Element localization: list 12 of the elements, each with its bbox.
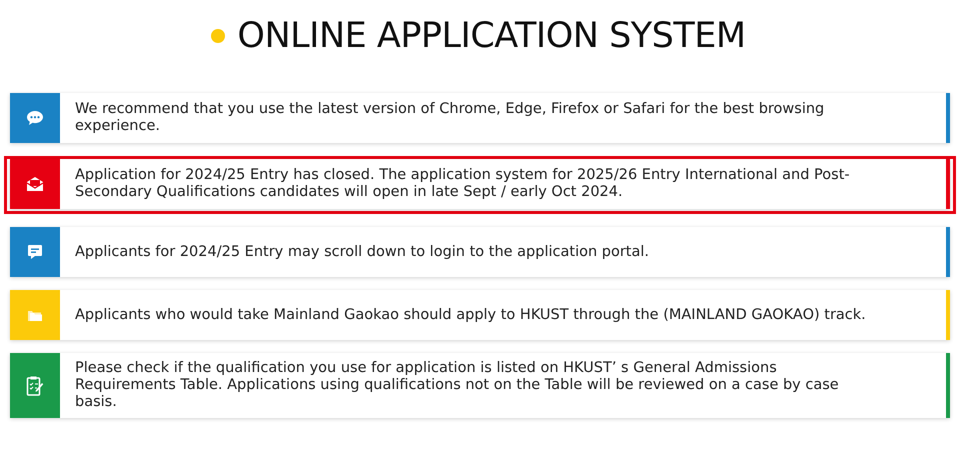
clipboard-icon: [26, 374, 44, 396]
bullet-dot: [211, 29, 226, 43]
notice-text: Applicants for 2024/25 Entry may scroll down to login to the application portal.: [74, 242, 650, 262]
notice-text: We recommend that you use the latest version of Chrome, Edge, Firefox or Safari for the best browsing experience.: [74, 100, 826, 136]
speech-bubble-icon: [26, 110, 44, 126]
envelope-icon: [26, 176, 44, 192]
notice-text: Application for 2024/25 Entry has closed. The application system for 2025/26 Entry International and Post-Secondary Qualifications candidates will open in late Sept / early Oct 2024.: [74, 166, 851, 202]
message-icon: [27, 244, 43, 260]
folders-icon: [27, 308, 43, 322]
notice-text: Please check if the qualification you use for application is listed on HKUST’ s General Admissions Requirements Table. Applications using qualifications not on the Table will be reviewed on a case by case basis.: [74, 359, 840, 412]
page-title: ONLINE APPLICATION SYSTEM: [237, 16, 746, 56]
notice-text: Applicants who would take Mainland Gaokao should apply to HKUST through the (MAINLAND GAOKAO) track.: [74, 306, 867, 324]
